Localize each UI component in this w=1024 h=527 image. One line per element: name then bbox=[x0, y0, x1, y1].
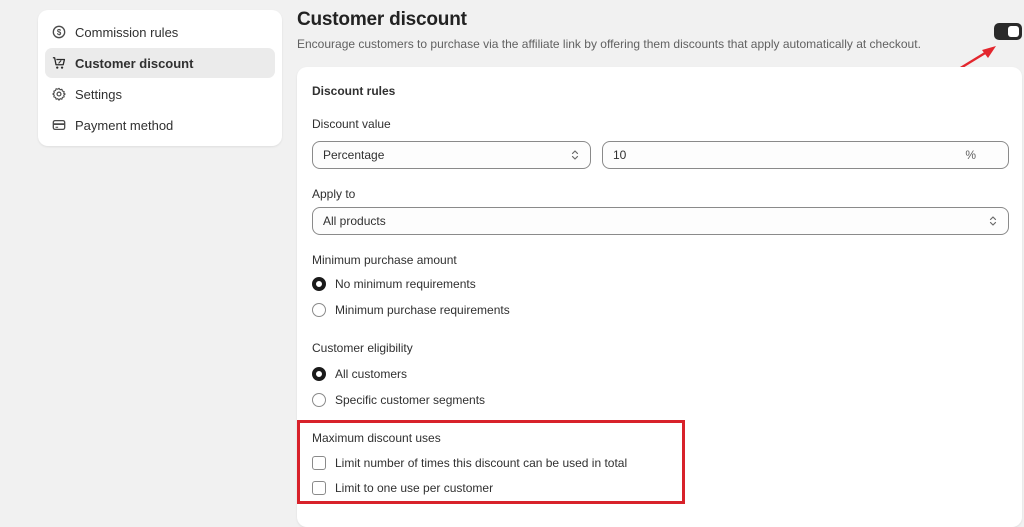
sidebar-item-commission-rules[interactable]: $ Commission rules bbox=[45, 17, 275, 47]
sidebar-item-payment-method[interactable]: Payment method bbox=[45, 110, 275, 140]
radio-specific-segments[interactable]: Specific customer segments bbox=[312, 393, 485, 407]
checkbox[interactable] bbox=[312, 456, 326, 470]
radio-label: Minimum purchase requirements bbox=[335, 303, 510, 317]
radio-button-selected[interactable] bbox=[312, 367, 326, 381]
checkbox-label: Limit number of times this discount can … bbox=[335, 456, 628, 470]
dollar-circle-icon: $ bbox=[52, 25, 66, 39]
discount-type-value: Percentage bbox=[323, 148, 385, 162]
checkbox[interactable] bbox=[312, 481, 326, 495]
radio-label: Specific customer segments bbox=[335, 393, 486, 407]
radio-button-selected[interactable] bbox=[312, 277, 326, 291]
svg-text:$: $ bbox=[57, 28, 62, 37]
sidebar-item-label: Customer discount bbox=[75, 55, 194, 71]
radio-label: All customers bbox=[335, 367, 408, 381]
customer-eligibility-label: Customer eligibility bbox=[312, 341, 413, 355]
sidebar-item-label: Payment method bbox=[75, 117, 174, 133]
gear-icon bbox=[52, 87, 66, 101]
checkbox-label: Limit to one use per customer bbox=[335, 481, 494, 495]
percent-suffix: % bbox=[965, 148, 976, 162]
discount-amount-input[interactable]: 10 % bbox=[602, 141, 1009, 169]
sidebar-item-customer-discount[interactable]: Customer discount bbox=[45, 48, 275, 78]
page-subtitle: Encourage customers to purchase via the … bbox=[297, 37, 921, 51]
discount-type-select[interactable]: Percentage bbox=[312, 141, 591, 169]
chevron-up-down-icon bbox=[989, 216, 997, 226]
checkbox-limit-total[interactable]: Limit number of times this discount can … bbox=[312, 456, 627, 470]
cart-discount-icon bbox=[52, 57, 66, 69]
discount-value-label: Discount value bbox=[312, 117, 391, 131]
discount-amount-value: 10 bbox=[613, 148, 627, 162]
radio-all-customers[interactable]: All customers bbox=[312, 367, 407, 381]
radio-label: No minimum requirements bbox=[335, 277, 476, 291]
customer-discount-toggle[interactable] bbox=[994, 23, 1022, 40]
credit-card-icon bbox=[52, 119, 66, 131]
apply-to-label: Apply to bbox=[312, 187, 356, 201]
sidebar-item-label: Commission rules bbox=[75, 24, 179, 40]
apply-to-value: All products bbox=[323, 214, 386, 228]
chevron-up-down-icon bbox=[571, 150, 579, 160]
radio-button[interactable] bbox=[312, 303, 326, 317]
radio-no-minimum[interactable]: No minimum requirements bbox=[312, 277, 476, 291]
toggle-knob bbox=[1008, 26, 1019, 37]
minimum-purchase-label: Minimum purchase amount bbox=[312, 253, 457, 267]
section-title: Discount rules bbox=[312, 84, 396, 98]
radio-button[interactable] bbox=[312, 393, 326, 407]
discount-rules-card: Discount rules Discount value Percentage… bbox=[297, 67, 1022, 527]
checkbox-one-per-customer[interactable]: Limit to one use per customer bbox=[312, 481, 493, 495]
sidebar-item-settings[interactable]: Settings bbox=[45, 79, 275, 109]
apply-to-select[interactable]: All products bbox=[312, 207, 1009, 235]
maximum-uses-label: Maximum discount uses bbox=[312, 431, 441, 445]
page-header: Customer discount Encourage customers to… bbox=[297, 9, 921, 51]
settings-sidebar: $ Commission rules Customer discount Set… bbox=[38, 10, 282, 146]
page-title: Customer discount bbox=[297, 9, 467, 30]
sidebar-item-label: Settings bbox=[75, 86, 122, 102]
radio-minimum-purchase[interactable]: Minimum purchase requirements bbox=[312, 303, 510, 317]
